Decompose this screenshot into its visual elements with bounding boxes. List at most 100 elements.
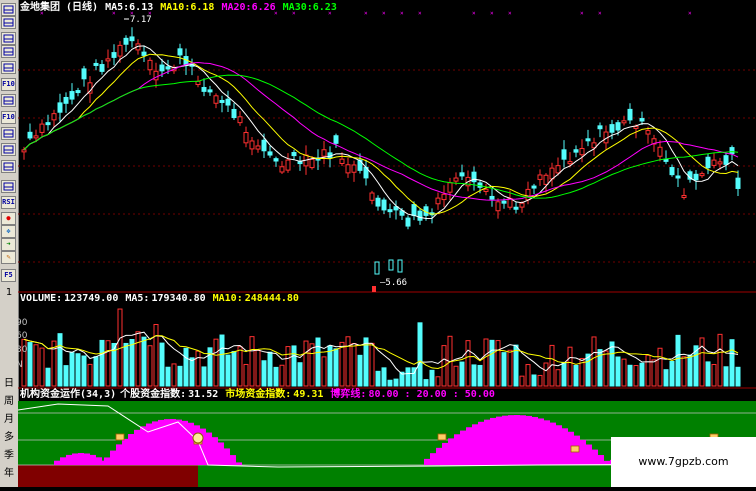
volume-bar <box>243 363 249 387</box>
monitor-icon[interactable] <box>1 160 16 173</box>
price-candle <box>495 201 501 212</box>
window-icon[interactable] <box>1 127 16 140</box>
stock-chart[interactable]: × × × × × × × × × × × × × × × × × 7.17 —5.66 90 60 30 N 金地集团 (… <box>16 0 756 487</box>
period-button-4[interactable]: 季 <box>0 449 18 463</box>
indicator-hump <box>508 415 514 465</box>
ma5-line <box>23 45 739 220</box>
chart-icon[interactable] <box>1 3 16 16</box>
volume-bar <box>651 359 657 387</box>
price-candle <box>627 108 633 121</box>
volume-bar <box>483 338 489 387</box>
stop-icon[interactable]: ● <box>1 212 16 225</box>
volume-bar <box>33 344 39 387</box>
volume-bar <box>87 363 93 387</box>
nav-icon[interactable]: ✥ <box>1 225 16 238</box>
tile-icon[interactable] <box>1 143 16 156</box>
indicator-hump <box>466 427 472 465</box>
list-icon[interactable] <box>1 61 16 74</box>
game-line-values: 80.00 : 20.00 : 50.00 <box>368 389 495 400</box>
volume-bar <box>63 365 69 387</box>
price-candle <box>153 70 159 81</box>
price-candle <box>597 125 603 130</box>
edit-icon[interactable] <box>1 16 16 29</box>
volume-bar <box>669 361 675 387</box>
volume-bar <box>729 339 735 387</box>
indicator-header: 机构资金运作(34,3) 个股资金指数: 31.52 市场资金指数: 49.31 博弈线:… <box>20 389 502 400</box>
indicator-hump <box>66 454 72 465</box>
price-candle <box>45 122 51 126</box>
chart-canvas[interactable]: × × × × × × × × × × × × × × × × ×7.17—5.66906030N <box>16 0 756 487</box>
arrow-icon[interactable]: ➜ <box>1 238 16 251</box>
indicator-hump <box>442 442 448 465</box>
price-candle <box>537 174 543 180</box>
indicator-hump <box>526 415 532 465</box>
indicator-hump <box>538 418 544 465</box>
volume-bar <box>501 352 507 387</box>
period-icon[interactable] <box>1 32 16 45</box>
volume-bar <box>477 364 483 387</box>
price-candle <box>549 167 555 180</box>
volume-bar <box>255 349 261 387</box>
volume-bar <box>165 366 171 387</box>
period-button-1[interactable]: 周 <box>0 395 18 409</box>
volume-bar <box>699 337 705 387</box>
f10b-icon[interactable]: F10 <box>1 111 16 124</box>
volume-bar <box>303 340 309 387</box>
volume-bar <box>201 366 207 387</box>
indicator-hump <box>520 415 526 465</box>
game-line-label: 博弈线: <box>330 389 367 400</box>
price-candle <box>621 120 627 124</box>
price-candle <box>573 149 579 153</box>
rsi-icon[interactable]: RSI <box>1 196 16 209</box>
price-candle <box>639 118 645 122</box>
volume-bar <box>291 345 297 387</box>
period-button-0[interactable]: 日 <box>0 377 18 391</box>
volume-bar <box>717 333 723 387</box>
period-button-5[interactable]: 年 <box>0 467 18 481</box>
indicator-hump <box>424 458 430 465</box>
price-candle <box>57 102 63 113</box>
period-button-2[interactable]: 月 <box>0 413 18 427</box>
price-candle <box>705 156 711 169</box>
period-button-3[interactable]: 多 <box>0 431 18 445</box>
price-candle <box>675 175 681 179</box>
indicator-hump <box>430 453 436 465</box>
volume-bar <box>531 374 537 387</box>
volume-bar <box>489 339 495 387</box>
volume-bar <box>681 356 687 387</box>
indicator-red-band <box>18 465 198 487</box>
volume-bar <box>183 347 189 387</box>
volume-bar <box>687 354 693 387</box>
watermark: www.7gpzb.com <box>611 437 756 487</box>
volume-bar <box>369 342 375 387</box>
indicator-hump <box>448 438 454 465</box>
ma10-value: 6.18 <box>190 2 215 13</box>
price-candle <box>735 177 741 189</box>
volume-bar <box>663 369 669 387</box>
f10-icon[interactable]: F10 <box>1 78 16 91</box>
pen-icon[interactable]: ✎ <box>1 251 16 264</box>
indicator-name: 机构资金运作(34,3) <box>20 389 117 400</box>
price-candle <box>201 87 207 92</box>
signal-marker-icon <box>570 445 580 453</box>
price-candle <box>129 36 135 42</box>
volume-bar <box>423 379 429 387</box>
indicator-hump <box>472 424 478 465</box>
ma10-line <box>23 53 739 215</box>
price-candle <box>81 68 87 80</box>
price-candle <box>345 164 351 174</box>
volume-header: VOLUME: 123749.00 MA5: 179340.80 MA10: 248444… <box>20 293 306 304</box>
ma5-label: MA5: <box>105 2 130 13</box>
doc-icon[interactable] <box>1 94 16 107</box>
volume-bar <box>495 340 501 387</box>
low-area-candle <box>388 259 394 271</box>
volume-bar <box>591 336 597 387</box>
indicator-hump <box>188 422 194 465</box>
indicator-hump <box>212 437 218 465</box>
indicator-hump <box>54 460 60 465</box>
f5-icon[interactable]: F5 <box>1 269 16 282</box>
grid-icon[interactable] <box>1 45 16 58</box>
bar-icon[interactable] <box>1 180 16 193</box>
price-candle <box>321 149 327 157</box>
price-candle <box>615 122 621 131</box>
